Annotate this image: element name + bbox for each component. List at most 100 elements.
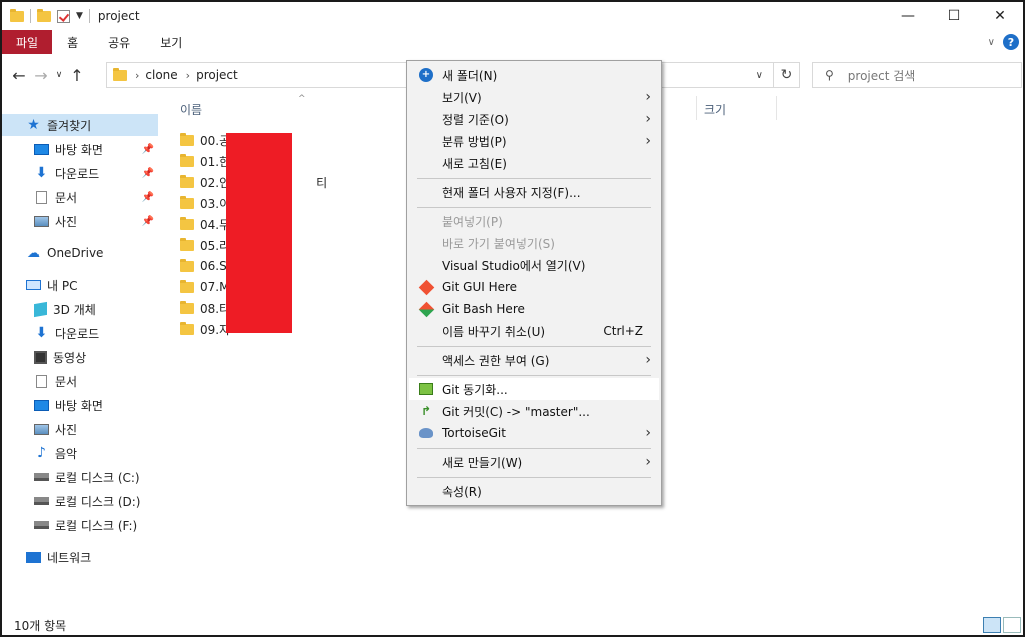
nav-item-music[interactable]: ♪ 음악 [2,442,158,464]
list-item[interactable]: 07.M [180,277,229,297]
tab-file[interactable]: 파일 [2,30,53,54]
list-item[interactable]: 05.라 [180,235,230,255]
download-icon: ⬇ [35,164,48,181]
column-name[interactable]: 이름 [180,101,202,118]
nav-item-documents[interactable]: 문서 📌 [2,186,158,208]
menu-divider [417,477,651,478]
breadcrumb-clone[interactable]: clone [145,68,177,82]
ribbon-tabs: 파일 홈 공유 보기 ∨ ? [2,30,1023,54]
maximize-button[interactable]: ☐ [931,2,977,30]
submenu-chevron-icon: › [645,89,651,105]
nav-item-pictures[interactable]: 사진 📌 [2,210,158,232]
nav-item-3d-objects[interactable]: 3D 개체 [2,298,158,320]
menu-item-open-visual-studio[interactable]: Visual Studio에서 열기(V) [409,254,659,276]
nav-item-drive-f[interactable]: 로컬 디스크 (F:) [2,514,158,536]
nav-item-pc-pictures[interactable]: 사진 [2,418,158,440]
properties-check-icon[interactable] [57,9,70,23]
menu-item-give-access[interactable]: 액세스 권한 부여 (G) › [409,349,659,371]
nav-item-onedrive[interactable]: ☁ OneDrive [2,242,158,264]
breadcrumb-project[interactable]: project [196,68,238,82]
pin-icon: 📌 [141,167,154,179]
tab-share[interactable]: 공유 [93,30,145,54]
video-icon [34,350,47,364]
folder-icon [180,258,194,272]
address-dropdown-chevron-icon[interactable]: ∨ [756,70,763,81]
menu-divider [417,375,651,376]
git-bash-icon [418,301,434,317]
folder-icon [180,321,194,335]
menu-item-git-commit[interactable]: ↱ Git 커밋(C) -> "master"... [409,400,659,422]
menu-item-paste: 붙여넣기(P) [442,214,503,229]
menu-item-git-bash[interactable]: Git Bash Here [409,298,659,320]
breadcrumb-separator-icon[interactable]: › [135,69,139,82]
status-bar: 10개 항목 [2,614,1023,635]
nav-item-quick-access[interactable]: ★ 즐겨찾기 [2,114,158,136]
minimize-button[interactable]: — [885,2,931,30]
tortoise-icon [418,425,434,441]
nav-item-pc-downloads[interactable]: ⬇ 다운로드 [2,322,158,344]
menu-divider [417,178,651,179]
nav-item-pc-documents[interactable]: 문서 [2,370,158,392]
nav-item-drive-d[interactable]: 로컬 디스크 (D:) [2,490,158,512]
list-item[interactable]: 01.한 [180,151,230,171]
music-note-icon: ♪ [37,444,46,461]
refresh-icon[interactable]: ↻ [774,62,800,88]
column-divider[interactable] [696,96,697,120]
forward-arrow-icon[interactable]: → [30,66,52,85]
list-item[interactable]: 09.자 [180,319,230,339]
menu-item-view[interactable]: 보기(V) › [409,86,659,108]
menu-item-customize-folder[interactable]: 현재 폴더 사용자 지정(F)... [409,181,659,203]
divider [88,9,90,23]
tab-home[interactable]: 홈 [52,30,93,54]
help-icon[interactable]: ? [1003,34,1019,50]
list-item[interactable]: 03.이 [180,193,230,213]
column-divider[interactable] [776,96,777,120]
folder-icon [113,67,127,81]
menu-item-sort-by[interactable]: 정렬 기준(O) › [409,108,659,130]
folder-icon [180,195,194,209]
nav-item-pc-desktop[interactable]: 바탕 화면 [2,394,158,416]
nav-item-downloads[interactable]: ⬇ 다운로드 📌 [2,162,158,184]
list-item[interactable]: 08.타 [180,298,230,318]
breadcrumb-separator-icon[interactable]: › [186,69,190,82]
tab-view[interactable]: 보기 [145,30,197,54]
menu-item-git-sync[interactable]: Git 동기화... [409,378,659,400]
folder-icon [180,300,194,314]
close-button[interactable]: ✕ [977,2,1023,30]
column-size[interactable]: 크기 [704,101,726,118]
quick-access-folder-icon[interactable] [37,8,51,22]
pin-icon: 📌 [141,191,154,203]
nav-item-this-pc[interactable]: 내 PC [2,274,158,296]
submenu-chevron-icon: › [645,454,651,470]
list-item[interactable]: 04.무 [180,214,230,234]
menu-item-tortoisegit[interactable]: TortoiseGit › [409,422,659,444]
recent-locations-chevron-icon[interactable]: ∨ [52,70,66,80]
menu-item-new-folder[interactable]: + 새 폴더(N) [409,64,659,86]
menu-item-new[interactable]: 새로 만들기(W) › [409,451,659,473]
item-count: 10개 항목 [14,618,67,633]
search-input[interactable]: ⚲ project 검색 [812,62,1022,88]
menu-item-properties[interactable]: 속성(R) [409,480,659,502]
large-icons-view-icon[interactable] [1003,617,1021,633]
details-view-icon[interactable] [983,617,1001,633]
explorer-window: ▼ project — ☐ ✕ 파일 홈 공유 보기 ∨ ? ← → ∨ ↑ ›… [0,0,1025,637]
submenu-chevron-icon: › [645,425,651,441]
nav-item-drive-c[interactable]: 로컬 디스크 (C:) [2,466,158,488]
menu-divider [417,207,651,208]
expand-ribbon-chevron-icon[interactable]: ∨ [988,37,995,48]
list-item[interactable]: 00.공 [180,130,230,150]
up-arrow-icon[interactable]: ↑ [66,66,88,85]
menu-item-group-by[interactable]: 분류 방법(P) › [409,130,659,152]
menu-item-git-gui[interactable]: Git GUI Here [409,276,659,298]
nav-item-desktop[interactable]: 바탕 화면 📌 [2,138,158,160]
nav-item-network[interactable]: 네트워크 [2,546,158,568]
search-icon: ⚲ [825,68,834,82]
nav-item-videos[interactable]: 동영상 [2,346,158,368]
drive-icon [34,473,49,481]
menu-item-undo-rename[interactable]: 이름 바꾸기 취소(U) Ctrl+Z [409,320,659,342]
back-arrow-icon[interactable]: ← [8,66,30,85]
list-item[interactable]: 06.S [180,256,227,276]
customize-toolbar-dropdown-icon[interactable]: ▼ [76,11,83,21]
computer-icon [26,280,41,290]
menu-item-refresh[interactable]: 새로 고침(E) [409,152,659,174]
